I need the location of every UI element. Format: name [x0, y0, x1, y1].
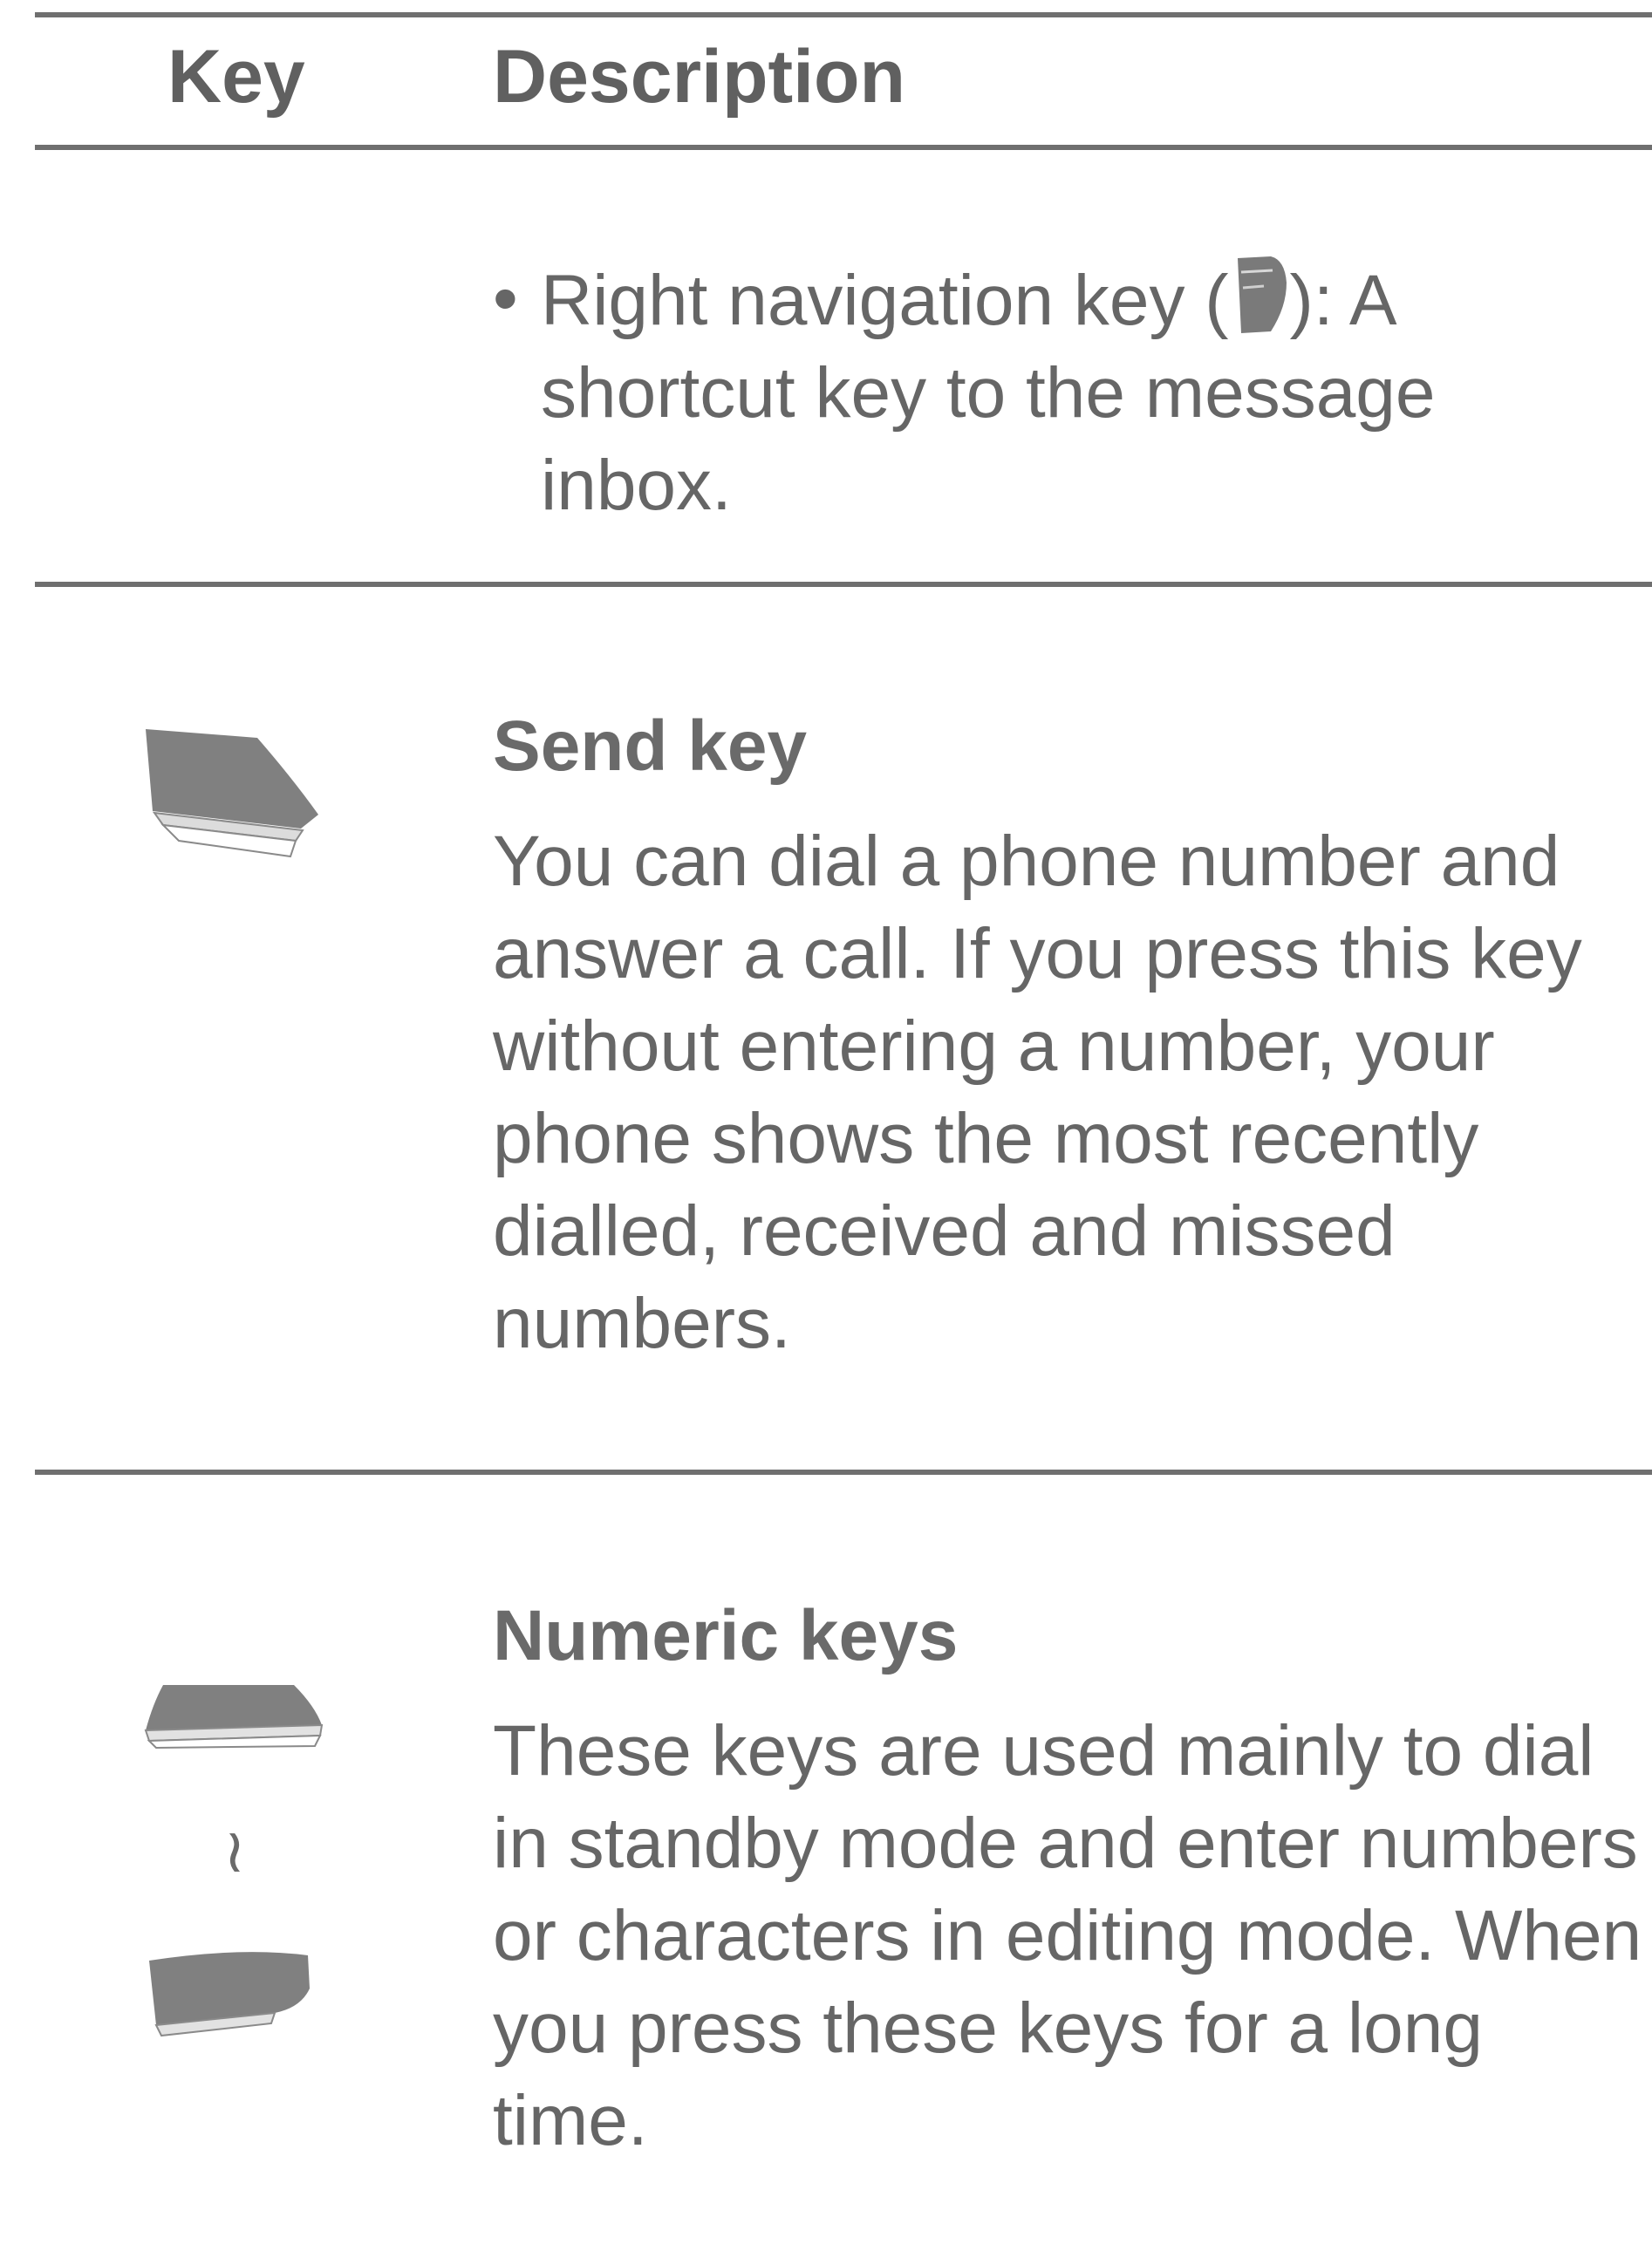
right-navigation-key-description: • Right navigation key (): A shortcut ke…	[493, 253, 1627, 532]
table-top-rule	[35, 12, 1652, 17]
row-rule-2	[35, 1470, 1652, 1475]
header-rule	[35, 145, 1652, 150]
send-key-title: Send key	[493, 706, 808, 786]
bullet: •	[493, 259, 518, 338]
send-key-icon	[144, 726, 323, 861]
bullet-text-before: Right navigation key (	[541, 261, 1229, 340]
row-rule-1	[35, 582, 1652, 587]
numeric-keys-title: Numeric keys	[493, 1596, 959, 1675]
range-glyph: ≀	[223, 1815, 246, 1886]
numeric-keys-icon: ≀	[144, 1683, 327, 2041]
bullet-text: Right navigation key (): A shortcut key …	[541, 253, 1627, 532]
column-header-key: Key	[167, 35, 305, 119]
column-header-description: Description	[493, 35, 906, 119]
right-navigation-key-icon	[1229, 253, 1290, 337]
send-key-description: You can dial a phone number and answer a…	[493, 822, 1582, 1363]
numeric-keys-description: These keys are used mainly to dial in st…	[493, 1711, 1642, 2160]
